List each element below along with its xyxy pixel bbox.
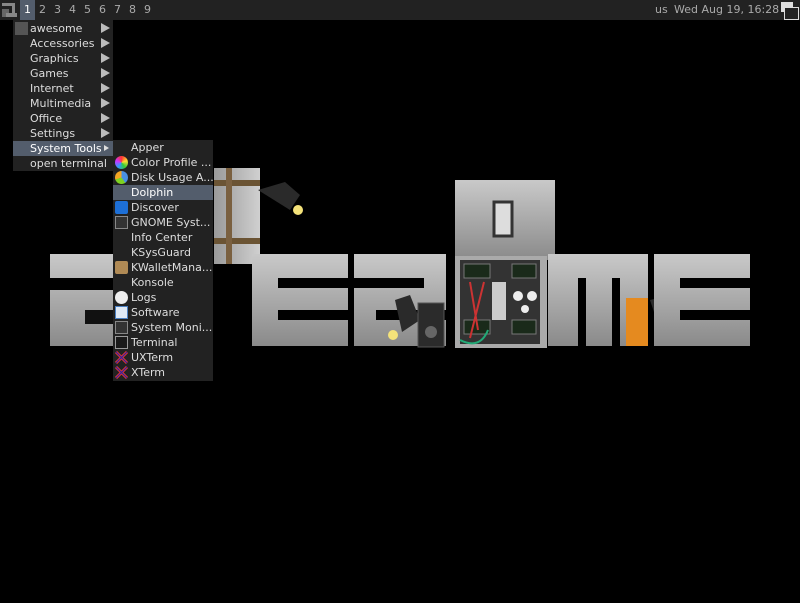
- tag-5[interactable]: 5: [80, 0, 95, 20]
- menu-item-ksysguard[interactable]: KSysGuard: [113, 245, 213, 260]
- menu-item-system-tools[interactable]: System Tools: [13, 141, 113, 156]
- menu-item-software[interactable]: Software: [113, 305, 213, 320]
- disk-usage-icon: [115, 171, 128, 184]
- submenu-arrow-icon: [101, 83, 110, 93]
- software-icon: [115, 306, 128, 319]
- menu-item-gnome-system[interactable]: GNOME Syst...: [113, 215, 213, 230]
- kwallet-icon: [115, 261, 128, 274]
- menu-item-internet[interactable]: Internet: [13, 81, 113, 96]
- tag-1[interactable]: 1: [20, 0, 35, 20]
- tag-8[interactable]: 8: [125, 0, 140, 20]
- menu-item-open-terminal[interactable]: open terminal: [13, 156, 113, 171]
- submenu-arrow-icon: [101, 113, 110, 123]
- menu-item-graphics[interactable]: Graphics: [13, 51, 113, 66]
- menu-item-kwallet[interactable]: KWalletMana...: [113, 260, 213, 275]
- menu-item-discover[interactable]: Discover: [113, 200, 213, 215]
- menu-item-info-center[interactable]: Info Center: [113, 230, 213, 245]
- tag-3[interactable]: 3: [50, 0, 65, 20]
- menu-item-konsole[interactable]: Konsole: [113, 275, 213, 290]
- menu-item-xterm[interactable]: XTerm: [113, 365, 213, 380]
- xterm-icon: [114, 365, 129, 380]
- system-monitor-icon: [115, 321, 128, 334]
- submenu-arrow-icon: [101, 68, 110, 78]
- menu-item-accessories[interactable]: Accessories: [13, 36, 113, 51]
- menu-item-logs[interactable]: Logs: [113, 290, 213, 305]
- submenu-arrow-icon: [101, 38, 110, 48]
- tag-2[interactable]: 2: [35, 0, 50, 20]
- menu-item-color-profile[interactable]: Color Profile ...: [113, 155, 213, 170]
- awesome-icon: [15, 22, 28, 35]
- menu-item-games[interactable]: Games: [13, 66, 113, 81]
- system-tools-submenu: Apper Color Profile ... Disk Usage A... …: [113, 140, 213, 381]
- text-clock[interactable]: Wed Aug 19, 16:28: [674, 0, 779, 20]
- logs-icon: [115, 291, 128, 304]
- submenu-arrow-icon: [101, 23, 110, 33]
- menu-item-disk-usage[interactable]: Disk Usage A...: [113, 170, 213, 185]
- menu-item-office[interactable]: Office: [13, 111, 113, 126]
- menu-item-multimedia[interactable]: Multimedia: [13, 96, 113, 111]
- color-profile-icon: [115, 156, 128, 169]
- submenu-arrow-icon: [101, 53, 110, 63]
- layout-floating-icon[interactable]: [780, 1, 799, 20]
- awesome-launcher-icon[interactable]: [0, 0, 20, 20]
- tag-4[interactable]: 4: [65, 0, 80, 20]
- tag-7[interactable]: 7: [110, 0, 125, 20]
- menu-item-awesome[interactable]: awesome: [13, 21, 113, 36]
- submenu-arrow-icon: [101, 128, 110, 138]
- tag-9[interactable]: 9: [140, 0, 155, 20]
- main-menu: awesome Accessories Graphics Games Inter…: [13, 20, 113, 171]
- menu-item-uxterm[interactable]: UXTerm: [113, 350, 213, 365]
- uxterm-icon: [114, 350, 129, 365]
- discover-icon: [115, 201, 128, 214]
- terminal-icon: [115, 336, 128, 349]
- submenu-arrow-icon: [101, 98, 110, 108]
- gnome-system-monitor-icon: [115, 216, 128, 229]
- submenu-arrow-icon: [104, 145, 109, 151]
- taglist: 1 2 3 4 5 6 7 8 9: [20, 0, 155, 20]
- menu-item-terminal[interactable]: Terminal: [113, 335, 213, 350]
- menu-item-settings[interactable]: Settings: [13, 126, 113, 141]
- top-wibar: 1 2 3 4 5 6 7 8 9 us Wed Aug 19, 16:28: [0, 0, 800, 20]
- menu-item-dolphin[interactable]: Dolphin: [113, 185, 213, 200]
- tag-6[interactable]: 6: [95, 0, 110, 20]
- keyboard-layout-indicator[interactable]: us: [655, 0, 668, 20]
- menu-item-system-monitor[interactable]: System Moni...: [113, 320, 213, 335]
- menu-item-apper[interactable]: Apper: [113, 140, 213, 155]
